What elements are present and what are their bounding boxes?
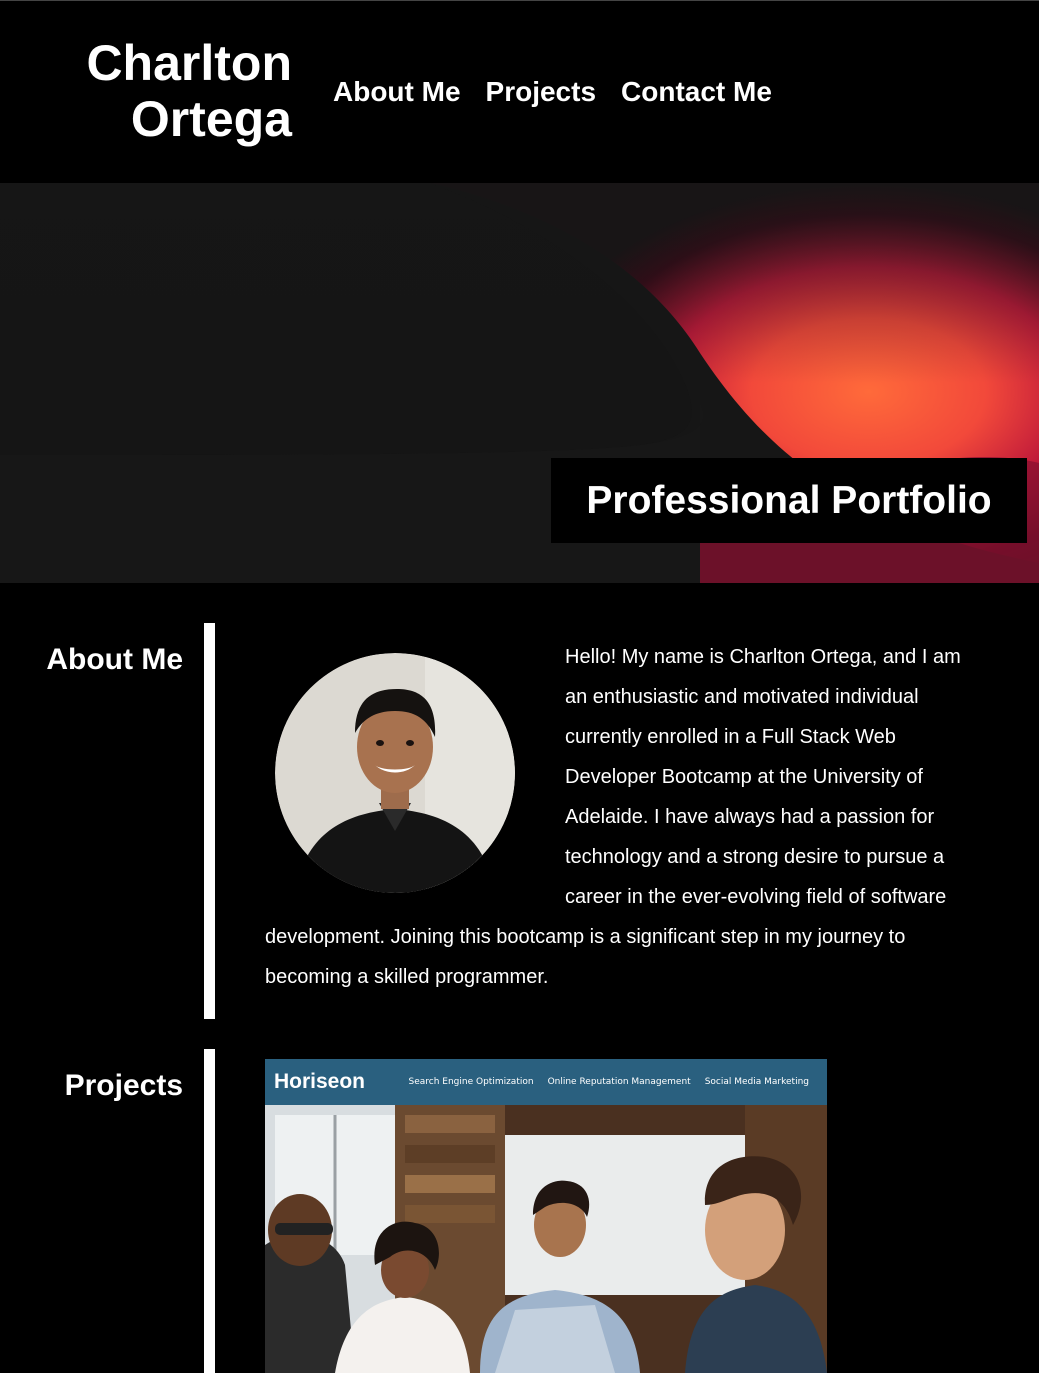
nav-link-projects[interactable]: Projects xyxy=(486,75,597,109)
project-nav-item: Online Reputation Management xyxy=(547,1077,691,1087)
hero-title-box: Professional Portfolio xyxy=(551,458,1027,543)
project-nav-item: Social Media Marketing xyxy=(704,1077,809,1087)
about-heading: About Me xyxy=(46,643,183,676)
site-title: Charlton Ortega xyxy=(60,35,292,147)
project-card-horiseon[interactable]: Horiseon Search Engine Optimization Onli… xyxy=(265,1059,827,1373)
nav-link-about[interactable]: About Me xyxy=(333,75,461,109)
avatar xyxy=(275,653,515,893)
project-nav-item: Search Engine Optimization xyxy=(408,1077,534,1087)
site-header: Charlton Ortega About Me Projects Contac… xyxy=(0,0,1039,183)
site-title-line2: Ortega xyxy=(130,91,292,147)
main-nav: About Me Projects Contact Me xyxy=(333,75,772,109)
project-screenshot-header: Horiseon Search Engine Optimization Onli… xyxy=(265,1059,827,1105)
projects-section: Projects Horiseon Search Engine Optimiza… xyxy=(0,1049,1039,1373)
about-divider xyxy=(204,623,215,1019)
site-title-line1: Charlton xyxy=(86,35,292,91)
projects-divider xyxy=(204,1049,215,1373)
hero-banner: Professional Portfolio xyxy=(0,183,1039,583)
avatar-container xyxy=(265,637,565,909)
project-brand: Horiseon xyxy=(274,1070,366,1093)
about-section: About Me Hello! My name is Charlton Orte… xyxy=(0,623,1039,1019)
project-screenshot-image xyxy=(265,1105,827,1373)
projects-heading: Projects xyxy=(64,1069,183,1102)
project-screenshot-nav: Search Engine Optimization Online Reputa… xyxy=(409,1076,810,1088)
hero-title: Professional Portfolio xyxy=(586,478,992,522)
about-content: Hello! My name is Charlton Ortega, and I… xyxy=(265,637,965,997)
nav-link-contact[interactable]: Contact Me xyxy=(621,75,772,109)
